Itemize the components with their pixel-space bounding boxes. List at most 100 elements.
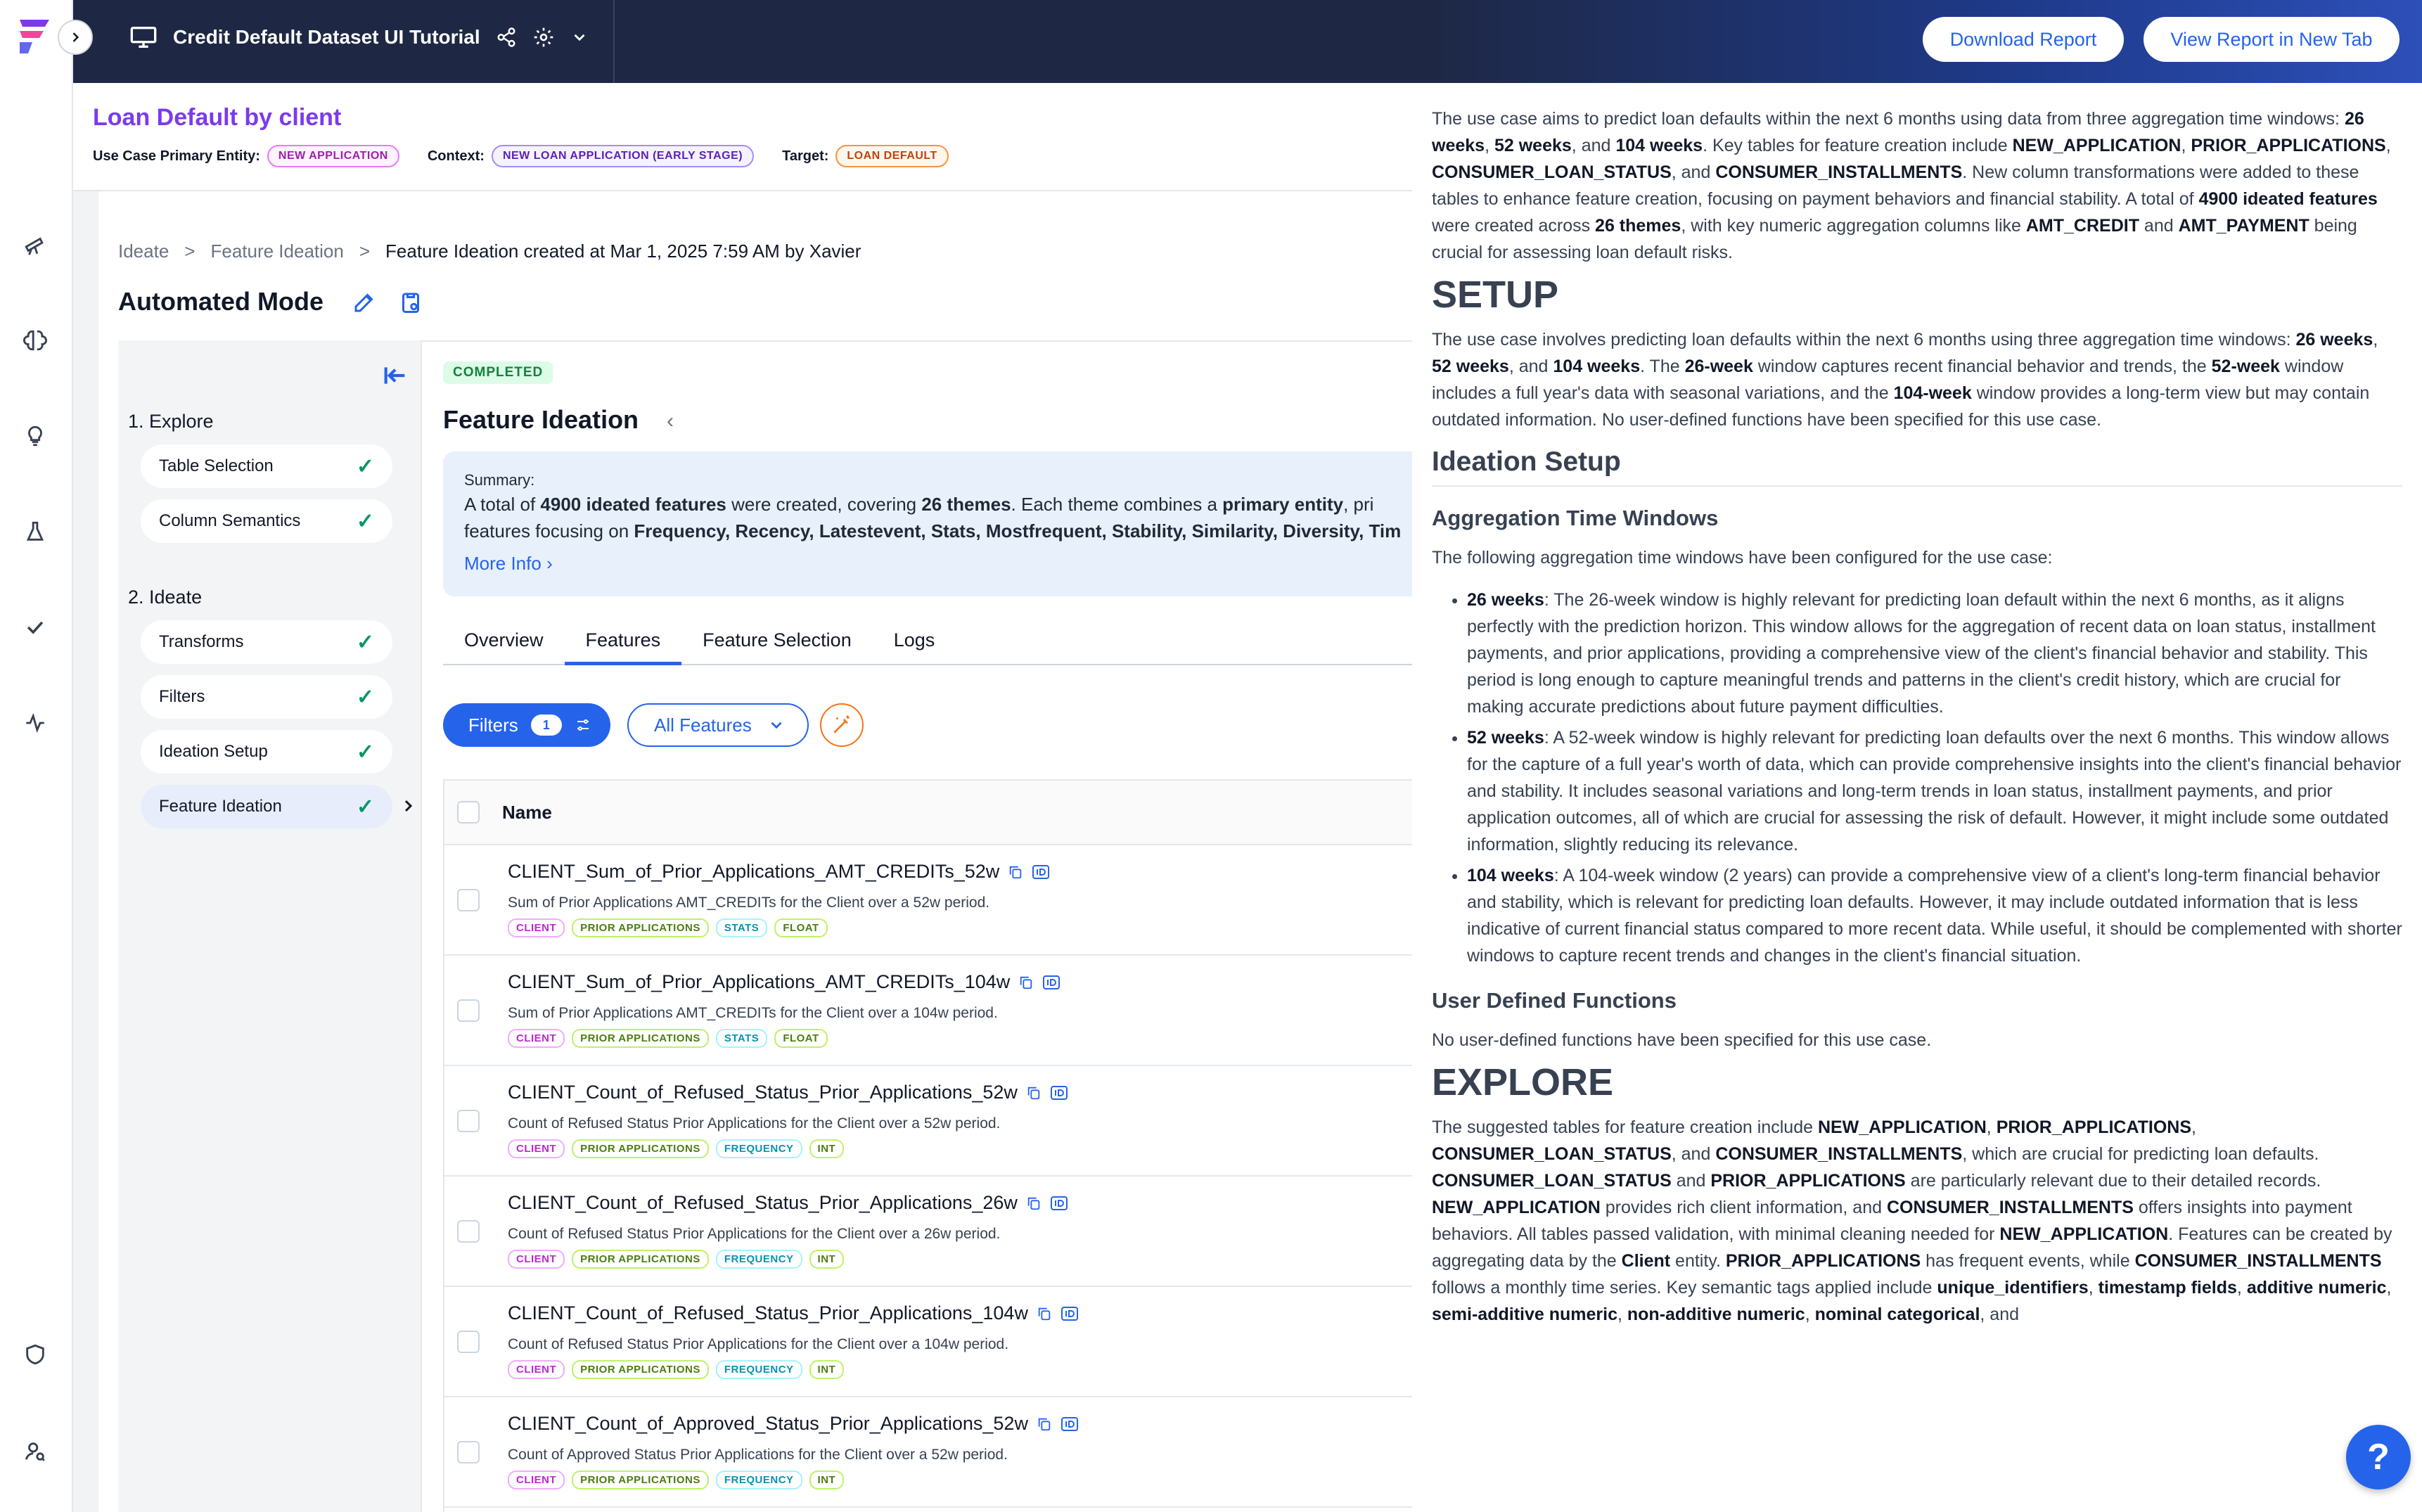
edit-icon[interactable] <box>352 290 377 315</box>
clipboard-settings-icon[interactable] <box>398 290 423 315</box>
feature-name[interactable]: CLIENT_Sum_of_Prior_Applications_AMT_CRE… <box>508 971 1061 993</box>
shield-icon[interactable] <box>21 1340 49 1369</box>
activity-icon[interactable] <box>21 709 49 737</box>
feature-tag: CLIENT <box>508 1139 565 1158</box>
left-rail <box>0 0 73 1512</box>
aggregation-heading: Aggregation Time Windows <box>1432 506 1719 530</box>
step-feature-ideation[interactable]: Feature Ideation ✓ <box>141 785 392 828</box>
context-badge[interactable]: NEW LOAN APPLICATION (EARLY STAGE) <box>491 145 755 167</box>
column-header-name[interactable]: Name <box>502 802 552 824</box>
copy-icon[interactable] <box>1026 1085 1042 1101</box>
check-icon: ✓ <box>356 509 374 533</box>
summary-line-2: features focusing on Frequency, Recency,… <box>464 520 1402 542</box>
tab-feature-selection[interactable]: Feature Selection <box>681 620 873 665</box>
feature-name[interactable]: CLIENT_Count_of_Refused_Status_Prior_App… <box>508 1082 1068 1103</box>
expand-sidebar-button[interactable] <box>58 20 93 55</box>
user-search-icon[interactable] <box>21 1437 49 1466</box>
feature-tag: STATS <box>715 918 768 937</box>
topbar-divider <box>613 0 615 83</box>
sliders-icon <box>577 719 589 731</box>
chevron-right-icon <box>72 32 79 42</box>
feature-name[interactable]: CLIENT_Sum_of_Prior_Applications_AMT_CRE… <box>508 861 1050 883</box>
row-checkbox[interactable] <box>457 1441 480 1463</box>
copy-icon[interactable] <box>1026 1196 1042 1211</box>
report-body: The use case aims to predict loan defaul… <box>1432 105 2402 1343</box>
udf-text: No user-defined functions have been spec… <box>1432 1030 1932 1050</box>
table-row[interactable]: CLIENT_Count_of_Refused_Status_Prior_App… <box>444 1287 1414 1397</box>
target-badge[interactable]: LOAN DEFAULT <box>835 145 949 167</box>
id-card-icon[interactable] <box>1042 974 1061 991</box>
chevron-down-icon[interactable] <box>570 28 589 46</box>
step-label: Ideation Setup <box>159 742 268 761</box>
row-checkbox[interactable] <box>457 1331 480 1353</box>
telescope-icon[interactable] <box>21 231 49 259</box>
step-transforms[interactable]: Transforms ✓ <box>141 620 392 664</box>
table-row[interactable]: CLIENT_Count_of_Refused_Status_Prior_App… <box>444 1066 1414 1177</box>
chevron-left-icon[interactable]: ‹ <box>667 409 674 433</box>
feature-tag: PRIOR APPLICATIONS <box>572 1139 709 1158</box>
mode-actions <box>352 290 423 315</box>
select-all-checkbox[interactable] <box>457 801 480 824</box>
workspace-title-group: Credit Default Dataset UI Tutorial <box>129 25 589 49</box>
app-logo[interactable] <box>14 15 56 58</box>
step-column-semantics[interactable]: Column Semantics ✓ <box>141 499 392 543</box>
breadcrumb-ideate[interactable]: Ideate <box>118 241 169 262</box>
row-checkbox[interactable] <box>457 1220 480 1243</box>
entity-badge[interactable]: NEW APPLICATION <box>267 145 399 167</box>
id-card-icon[interactable] <box>1050 1195 1068 1212</box>
checkmark-icon[interactable] <box>21 613 49 641</box>
download-report-button[interactable]: Download Report <box>1923 17 2124 62</box>
table-row[interactable]: CLIENT_Sum_of_Prior_Applications_AMT_CRE… <box>444 956 1414 1066</box>
feature-name[interactable]: CLIENT_Count_of_Refused_Status_Prior_App… <box>508 1192 1068 1214</box>
collapse-left-icon[interactable] <box>381 361 409 390</box>
feature-tags: CLIENT PRIOR APPLICATIONS FREQUENCY INT <box>508 1139 845 1158</box>
row-checkbox[interactable] <box>457 999 480 1022</box>
copy-icon[interactable] <box>1037 1306 1052 1321</box>
report-panel: Download Report View Report in New Tab T… <box>1412 0 2422 1512</box>
status-badge: COMPLETED <box>443 361 553 384</box>
flask-icon[interactable] <box>21 518 49 546</box>
step-ideation-setup[interactable]: Ideation Setup ✓ <box>141 730 392 774</box>
id-card-icon[interactable] <box>1061 1416 1079 1433</box>
breadcrumb-feature-ideation[interactable]: Feature Ideation <box>210 241 343 262</box>
copy-icon[interactable] <box>1037 1416 1052 1432</box>
tab-logs[interactable]: Logs <box>873 620 956 665</box>
copy-icon[interactable] <box>1018 975 1034 990</box>
step-label: Table Selection <box>159 456 274 475</box>
more-info-link[interactable]: More Info › <box>464 550 1421 577</box>
id-card-icon[interactable] <box>1032 864 1050 880</box>
table-row[interactable]: CLIENT_Count_of_Approved_Status_Prior_Ap… <box>444 1397 1414 1508</box>
row-checkbox[interactable] <box>457 889 480 911</box>
check-icon: ✓ <box>356 740 374 764</box>
tab-features[interactable]: Features <box>564 620 682 665</box>
step-filters[interactable]: Filters ✓ <box>141 675 392 719</box>
feature-name[interactable]: CLIENT_Count_of_Refused_Status_Prior_App… <box>508 1302 1079 1324</box>
tab-overview[interactable]: Overview <box>443 620 565 665</box>
view-report-new-tab-button[interactable]: View Report in New Tab <box>2144 17 2399 62</box>
share-icon[interactable] <box>496 27 517 48</box>
id-card-icon[interactable] <box>1050 1084 1068 1101</box>
use-case-meta: Use Case Primary Entity: NEW APPLICATION… <box>93 145 977 167</box>
ideation-setup-heading: Ideation Setup <box>1432 448 2402 487</box>
feature-tag: PRIOR APPLICATIONS <box>572 1471 709 1489</box>
filters-button[interactable]: Filters 1 <box>443 703 610 747</box>
lightbulb-icon[interactable] <box>21 422 49 450</box>
table-row[interactable]: CLIENT_Sum_of_Prior_Applications_AMT_CRE… <box>444 845 1414 956</box>
id-card-icon[interactable] <box>1061 1305 1079 1322</box>
use-case-title[interactable]: Loan Default by client <box>93 104 341 132</box>
step-table-selection[interactable]: Table Selection ✓ <box>141 444 392 488</box>
copy-icon[interactable] <box>1008 864 1023 880</box>
brain-icon[interactable] <box>21 326 49 354</box>
feature-tag: PRIOR APPLICATIONS <box>572 1029 709 1048</box>
step-label: Feature Ideation <box>159 797 282 816</box>
table-row[interactable]: CLIENT_Count_of_Refused_Status_Prior_App… <box>444 1177 1414 1287</box>
gear-icon[interactable] <box>532 26 555 49</box>
row-checkbox[interactable] <box>457 1110 480 1132</box>
all-features-dropdown[interactable]: All Features <box>627 703 809 747</box>
check-icon: ✓ <box>356 795 374 819</box>
filters-label: Filters <box>468 714 518 736</box>
features-table: Name CLIENT_Sum_of_Prior_Applications_AM… <box>443 779 1414 1512</box>
help-button[interactable]: ? <box>2346 1425 2411 1489</box>
feature-name[interactable]: CLIENT_Count_of_Approved_Status_Prior_Ap… <box>508 1413 1079 1435</box>
magic-wand-button[interactable] <box>820 703 864 747</box>
